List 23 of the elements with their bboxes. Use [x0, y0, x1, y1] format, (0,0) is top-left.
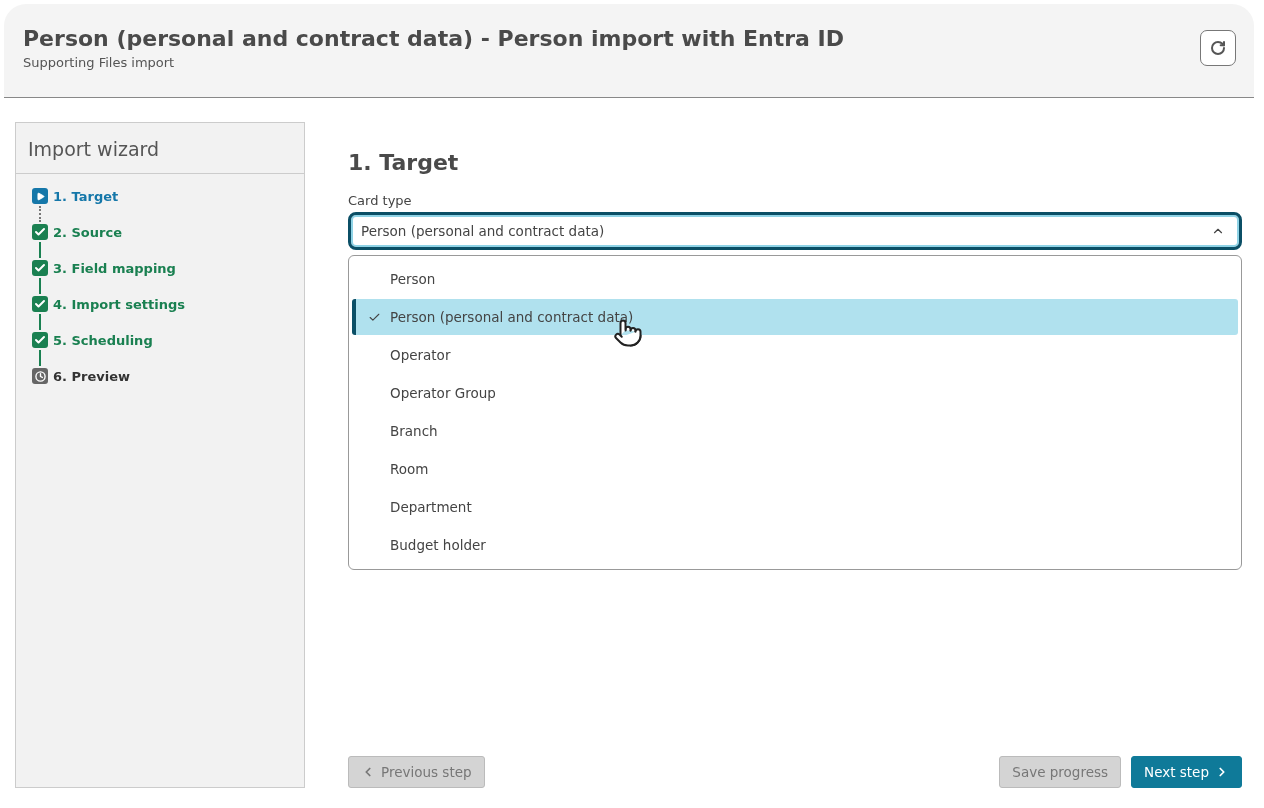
- wizard-step[interactable]: 4. Import settings: [53, 296, 186, 312]
- dropdown-option[interactable]: Branch: [352, 413, 1238, 449]
- dropdown-option[interactable]: Department: [352, 489, 1238, 525]
- wizard-step[interactable]: 5. Scheduling: [53, 332, 153, 348]
- refresh-icon: [1210, 40, 1226, 56]
- wizard-step[interactable]: 3. Field mapping: [53, 260, 176, 276]
- page-title: Person (personal and contract data) - Person import with Entra ID: [23, 26, 845, 51]
- dropdown-option[interactable]: Room: [352, 451, 1238, 487]
- wizard-step[interactable]: 6. Preview: [53, 368, 131, 384]
- dropdown-option[interactable]: Person (personal and contract data): [352, 299, 1238, 335]
- sidebar-title: Import wizard: [16, 123, 304, 174]
- field-label: Card type: [348, 193, 413, 208]
- card-type-select[interactable]: Person (personal and contract data): [348, 212, 1242, 250]
- dropdown-option[interactable]: Person: [352, 261, 1238, 297]
- wizard-step[interactable]: 2. Source: [53, 224, 122, 240]
- step-heading: 1. Target: [348, 150, 460, 175]
- dropdown-option[interactable]: Budget holder: [352, 527, 1238, 563]
- dropdown-option[interactable]: Operator: [352, 337, 1238, 373]
- next-step-button[interactable]: Next step: [1131, 756, 1242, 788]
- dropdown-option[interactable]: Operator Group: [352, 375, 1238, 411]
- page-subtitle: Supporting Files import: [23, 55, 176, 70]
- refresh-button[interactable]: [1200, 30, 1236, 66]
- wizard-step[interactable]: 1. Target: [53, 188, 119, 204]
